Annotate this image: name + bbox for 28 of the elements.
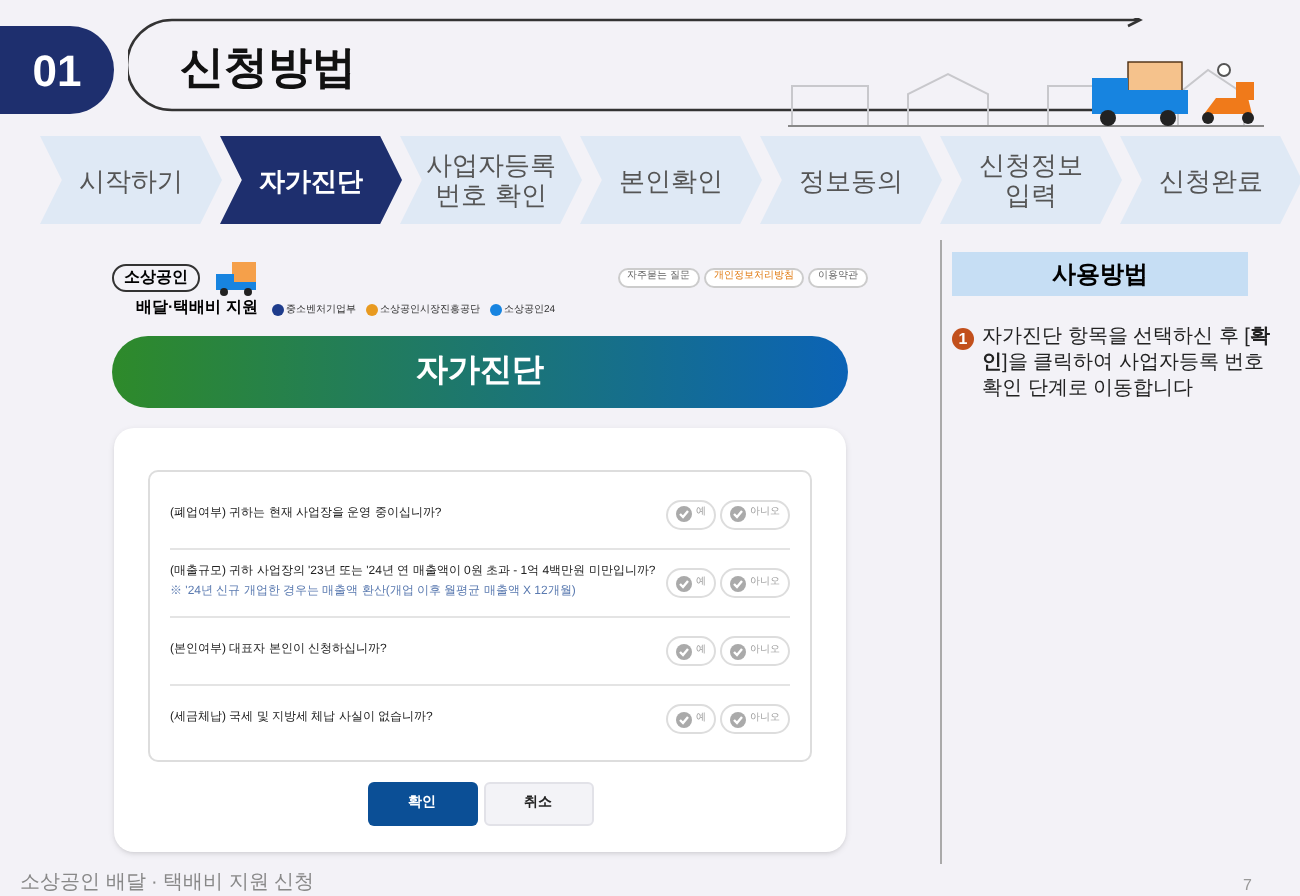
step-tab[interactable]: 신청정보 입력	[940, 136, 1122, 224]
panel-heading: 사용방법	[952, 252, 1248, 296]
instruction-text: 자가진단 항목을 선택하신 후 [확인]을 클릭하여 사업자등록 번호 확인 단계로 이동합니다	[982, 324, 1272, 402]
check-icon	[676, 506, 692, 522]
step-tab[interactable]: 사업자등록 번호 확인	[400, 136, 582, 224]
check-icon	[730, 575, 746, 591]
step-tab[interactable]: 정보동의	[760, 136, 942, 224]
page-banner: 자가진단	[112, 336, 848, 408]
emblem-icon	[490, 304, 502, 317]
page-number: 7	[1243, 874, 1252, 896]
step-tab[interactable]: 자가진단	[220, 136, 402, 224]
footer-title: 소상공인 배달 · 택배비 지원 신청	[20, 870, 315, 896]
emblem-icon	[272, 304, 284, 317]
check-icon	[676, 575, 692, 591]
check-icon	[730, 643, 746, 659]
section-title: 신청방법	[180, 40, 356, 96]
check-icon	[676, 711, 692, 727]
step-tab[interactable]: 시작하기	[40, 136, 222, 224]
section-number: 01	[0, 26, 114, 114]
check-icon	[676, 643, 692, 659]
step-tab[interactable]: 신청완료	[1120, 136, 1300, 224]
logo-badge: 소상공인	[112, 264, 200, 292]
step-number-badge: 1	[952, 328, 974, 350]
check-icon	[730, 711, 746, 727]
step-tab[interactable]: 본인확인	[580, 136, 762, 224]
emblem-icon	[366, 304, 378, 317]
logo-subtitle: 배달·택배비 지원	[136, 296, 260, 320]
check-icon	[730, 506, 746, 522]
